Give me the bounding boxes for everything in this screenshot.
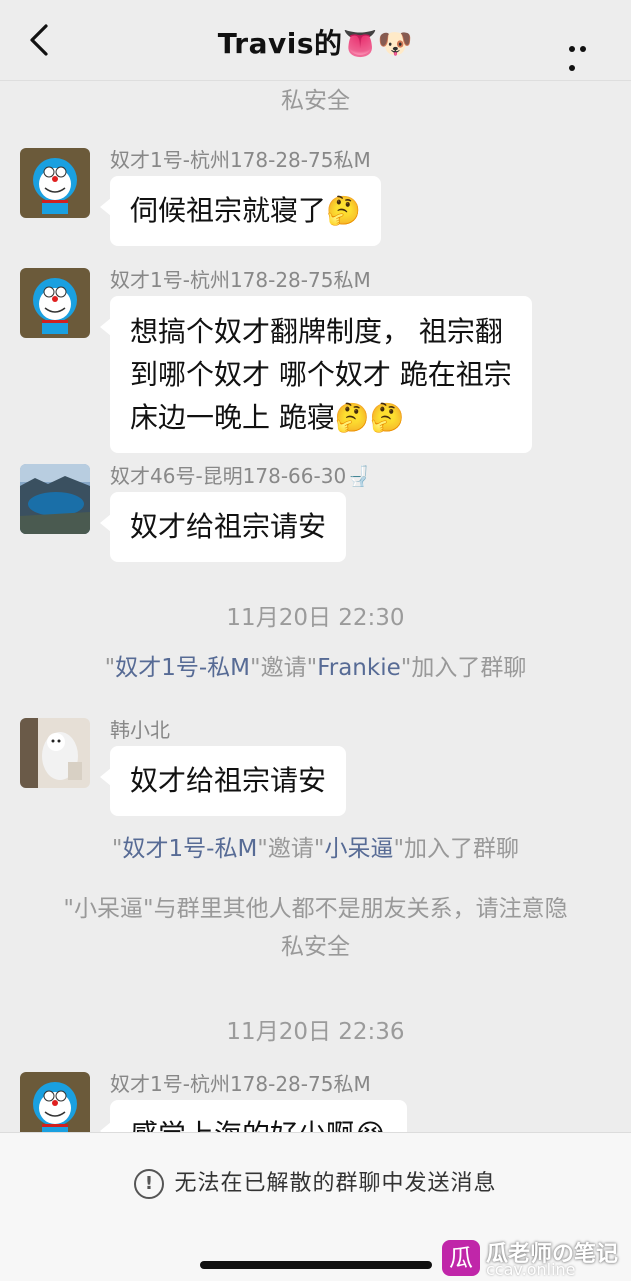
warning-line: 私安全 [281,934,350,960]
invite-text: "邀请" [250,655,318,681]
avatar[interactable] [20,718,90,788]
invitee-name-link[interactable]: 小呆逼 [324,836,393,862]
message-bubble[interactable]: 奴才给祖宗请安 [99,746,347,816]
warning-line: "小呆逼"与群里其他人都不是朋友关系，请注意隐 [63,896,568,922]
avatar[interactable] [20,464,90,534]
message-bubble[interactable]: 想搞个奴才翻牌制度， 祖宗翻 到哪个奴才 哪个奴才 跪在祖宗 床边一晚上 跪寝🤔… [100,296,532,453]
sender-name: 奴才1号-杭州178-28-75私M [110,1072,371,1096]
message-bubble[interactable]: 感觉上海的好少啊😭 [100,1100,407,1132]
invite-quote: " [111,836,123,862]
disbanded-notice-text: 无法在已解散的群聊中发送消息 [174,1171,497,1196]
avatar[interactable] [20,148,90,218]
watermark-subtitle: ccav.online [486,1260,576,1279]
sender-name: 韩小北 [110,718,170,742]
chat-title: Travis的👅🐶 [217,27,414,60]
message-bubble[interactable]: 奴才给祖宗请安 [99,492,347,562]
avatar[interactable] [20,1072,90,1132]
avatar[interactable] [20,268,90,338]
system-text-top: 私安全 [281,88,350,114]
message-line: 想搞个奴才翻牌制度， 祖宗翻 [130,315,503,348]
invite-text: "加入了群聊 [393,836,520,862]
sender-name: 奴才1号-杭州178-28-75私M [110,148,371,172]
exclamation-icon: ! [134,1169,165,1199]
message-line: 到哪个奴才 哪个奴才 跪在祖宗 [130,358,512,391]
invite-text: "邀请" [257,836,325,862]
sender-name: 奴才1号-杭州178-28-75私M [110,268,371,292]
message-bubble[interactable]: 伺候祖宗就寝了🤔 [100,176,381,246]
privacy-warning: "小呆逼"与群里其他人都不是朋友关系，请注意隐 私安全 [40,890,591,966]
message-line: 床边一晚上 跪寝🤔🤔 [130,401,405,434]
invite-text: "加入了群聊 [400,655,527,681]
watermark: 瓜 瓜老师の笔记 ccav.online [442,1234,631,1280]
invite-quote: " [104,655,116,681]
watermark-logo-icon: 瓜 [442,1240,480,1276]
chat-area[interactable]: 私安全 奴才1号-杭州178-28-75私M 伺候祖宗就寝了🤔 奴才1号-杭州1… [0,80,631,1132]
system-invite-message: "奴才1号-私M"邀请"Frankie"加入了群聊 [40,649,591,687]
more-dots-icon[interactable] [569,37,601,71]
invitee-name-link[interactable]: Frankie [317,655,401,681]
timestamp: 11月20日 22:30 [226,605,405,631]
home-indicator[interactable] [200,1261,432,1269]
inviter-name-link[interactable]: 奴才1号-私M [115,655,250,681]
sender-name: 奴才46号-昆明178-66-30🚽 [110,464,372,488]
nav-bar: Travis的👅🐶 [0,0,631,81]
system-invite-message: "奴才1号-私M"邀请"小呆逼"加入了群聊 [40,830,591,868]
disbanded-notice: ! 无法在已解散的群聊中发送消息 [0,1165,631,1199]
timestamp: 11月20日 22:36 [226,1019,405,1045]
inviter-name-link[interactable]: 奴才1号-私M [123,836,258,862]
